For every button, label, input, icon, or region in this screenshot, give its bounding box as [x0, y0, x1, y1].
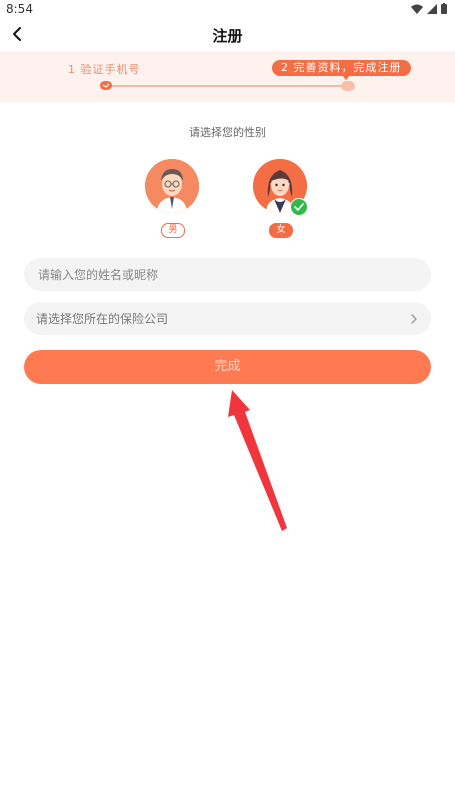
name-input[interactable] [36, 266, 419, 283]
signal-icon [427, 3, 437, 14]
battery-icon [441, 3, 447, 14]
page-title: 注册 [212, 27, 243, 45]
company-selector[interactable]: 请选择您所在的保险公司 [24, 302, 431, 335]
name-field [24, 258, 431, 291]
company-placeholder: 请选择您所在的保险公司 [36, 312, 169, 326]
selected-check-icon [290, 198, 308, 216]
chevron-right-icon [411, 313, 417, 324]
step2-label: 2 完善资料，完成注册 [272, 60, 411, 76]
wifi-icon [411, 4, 423, 14]
step2-dot [341, 81, 355, 91]
status-bar: 8:54 [0, 0, 455, 20]
step1-check-icon [102, 83, 110, 88]
male-avatar-icon [145, 159, 199, 213]
step2-pointer [342, 75, 350, 80]
checkmark-icon [294, 203, 304, 211]
step-progress: 1 验证手机号 2 完善资料，完成注册 [0, 51, 455, 102]
annotation-arrow-icon [228, 390, 287, 531]
status-time: 8:54 [6, 2, 33, 16]
male-avatar[interactable] [145, 159, 199, 213]
male-tag[interactable]: 男 [161, 223, 185, 238]
gender-prompt: 请选择您的性别 [189, 126, 266, 139]
step1-label: 1 验证手机号 [68, 63, 141, 76]
step1-dot [100, 81, 112, 90]
status-icons [411, 3, 447, 14]
nav-bar: 注册 [0, 20, 455, 50]
submit-button[interactable]: 完成 [24, 350, 431, 384]
female-tag[interactable]: 女 [269, 223, 293, 238]
progress-track [106, 85, 348, 87]
